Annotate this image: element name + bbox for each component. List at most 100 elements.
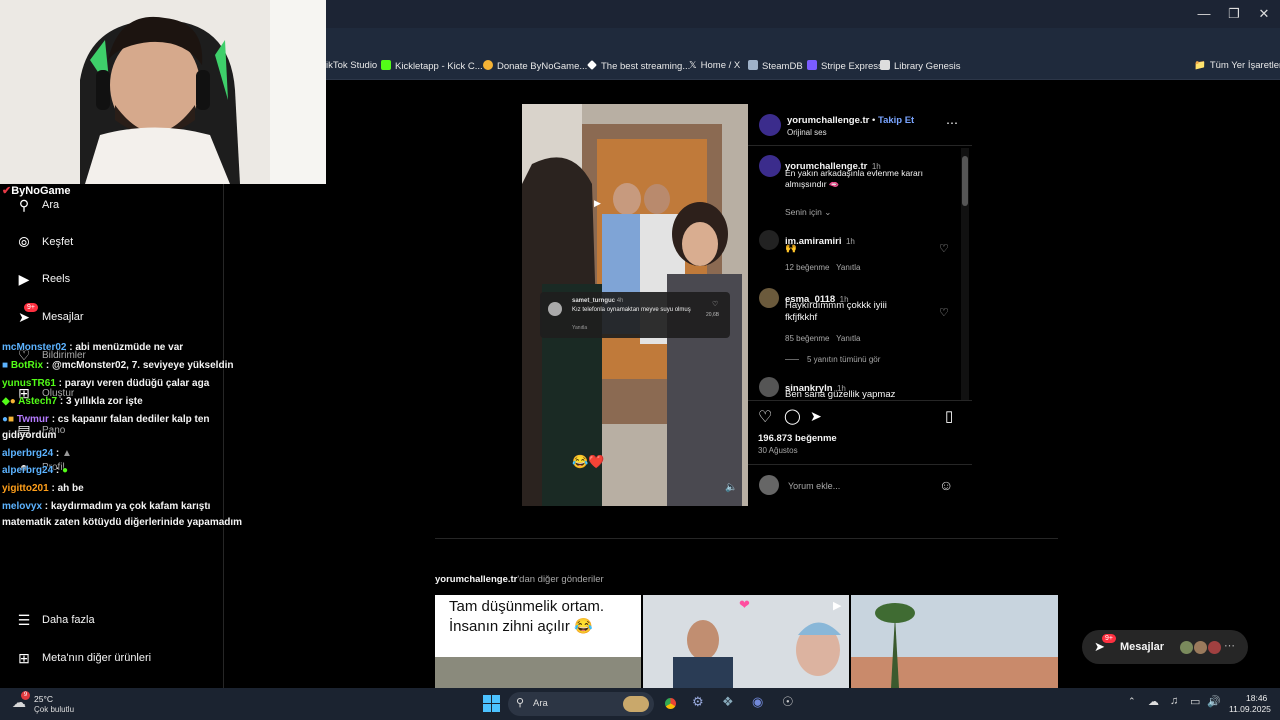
grid-post-thumbnail[interactable] xyxy=(851,595,1058,688)
grid-post-thumbnail[interactable]: ❤ ▶ xyxy=(643,595,849,688)
compass-icon: ⦾ xyxy=(18,234,30,250)
bookmark-x[interactable]: 𝕏 Home / X xyxy=(689,60,740,71)
brand-mark-icon: ✔ xyxy=(2,185,12,197)
taskbar-search[interactable]: ⚲ Ara xyxy=(508,692,654,716)
comment-filter-dropdown[interactable]: Senin için ⌄ xyxy=(785,207,831,218)
view-replies-button[interactable]: 5 yanıtın tümünü gör xyxy=(785,355,880,364)
donate-icon xyxy=(483,60,493,70)
comment-input[interactable]: Yorum ekle... xyxy=(788,481,840,491)
comment-likes: 85 beğenme xyxy=(785,334,830,343)
microphone-icon[interactable]: ♫ xyxy=(1170,695,1178,707)
search-placeholder: Ara xyxy=(533,698,548,709)
chevron-up-icon[interactable]: ⌃ xyxy=(1128,696,1136,707)
close-icon[interactable]: ✕ xyxy=(1254,6,1274,22)
minimize-icon[interactable]: — xyxy=(1194,6,1214,21)
emote-icon: ● xyxy=(62,465,69,476)
avatar xyxy=(548,302,562,316)
badge-icon: ● xyxy=(9,396,16,407)
divider xyxy=(748,400,972,401)
chat-line: matematik zaten kötüydü diğerlerinide ya… xyxy=(2,517,243,528)
nav-more[interactable]: ☰ Daha fazla xyxy=(16,612,95,628)
comments-scrollbar[interactable] xyxy=(961,148,969,400)
chat-line: alperbrg24 : ▲ xyxy=(2,448,72,459)
cursor-icon: ▶ xyxy=(594,198,601,208)
line-divider xyxy=(785,359,799,361)
clock-date[interactable]: 11.09.2025 xyxy=(1229,704,1271,714)
windows-taskbar: ☁ 9 25°C Çok bulutlu ⚲ Ara ⚙ ❖ ◉ ☉ ⌃ ☁ ♫… xyxy=(0,688,1280,720)
bookmark-steamdb[interactable]: SteamDB xyxy=(748,60,803,72)
discord-icon[interactable]: ◉ xyxy=(752,694,763,710)
hamburger-icon: ☰ xyxy=(17,612,31,628)
audio-label[interactable]: Orijinal ses xyxy=(787,128,827,137)
chat-line: yigitto201 : ah be xyxy=(2,483,84,494)
bookmark-save-icon[interactable]: ▯ xyxy=(945,407,953,425)
search-highlight-image xyxy=(623,696,649,712)
commenter-avatar[interactable] xyxy=(759,230,779,250)
overlay-comment-text: Kız telefonla oynamaktan meyve suyu olmu… xyxy=(572,307,691,313)
book-icon xyxy=(880,60,890,70)
cloud-icon[interactable]: ☁ xyxy=(1148,695,1159,708)
restore-icon[interactable]: ❐ xyxy=(1224,6,1244,22)
author-avatar[interactable] xyxy=(759,114,781,136)
comment-text: Haykırdımmm çokkk iyiii fkfjfkkhf xyxy=(785,300,887,323)
speaker-icon[interactable]: 🔊 xyxy=(1207,695,1221,708)
clock-time[interactable]: 18:46 xyxy=(1246,693,1267,703)
more-posts-author[interactable]: yorumchallenge.tr xyxy=(435,574,517,585)
nav-search[interactable]: ⚲ Ara xyxy=(16,197,59,213)
chat-line: yunusTR61 : parayı veren düdüğü çalar ag… xyxy=(2,378,210,389)
steamdb-icon xyxy=(748,60,758,70)
app-icon[interactable]: ☉ xyxy=(782,694,794,710)
chrome-icon[interactable] xyxy=(662,695,679,712)
monitor-icon[interactable]: ▭ xyxy=(1190,695,1200,708)
grid-post-thumbnail[interactable]: Tam düşünmelik ortam. İnsanın zihni açıl… xyxy=(435,595,641,688)
follow-button[interactable]: Takip Et xyxy=(878,115,914,126)
comment-like-heart-icon[interactable]: ♡ xyxy=(939,306,949,319)
nav-reels[interactable]: ▶ Reels xyxy=(16,271,71,287)
caption-text: En yakın arkadaşınla evlenme kararı almı… xyxy=(785,168,923,189)
stream-brand-logo: ✔ByNoGame xyxy=(2,185,71,197)
bookmark-tiktok-studio[interactable]: ikTok Studio xyxy=(326,60,377,71)
comment-like-heart-icon[interactable]: ♡ xyxy=(939,242,949,255)
like-heart-icon[interactable]: ♡ xyxy=(758,407,772,427)
kick-icon xyxy=(381,60,391,70)
more-options-icon[interactable]: ⋯ xyxy=(946,116,958,130)
comment-bubble-icon[interactable]: ◯ xyxy=(784,407,801,425)
nav-messages[interactable]: ➤ Mesajlar 9+ xyxy=(16,303,84,325)
scrollbar-thumb[interactable] xyxy=(962,156,968,206)
steam-icon[interactable]: ⚙ xyxy=(692,694,704,710)
webcam-overlay xyxy=(0,0,326,184)
author-username[interactable]: yorumchallenge.tr xyxy=(787,115,869,126)
reply-button[interactable]: Yanıtla xyxy=(836,263,860,272)
chat-line: melovyx : kaydırmadım ya çok kafam karış… xyxy=(2,501,211,512)
emote-icon: ▲ xyxy=(62,448,72,459)
floating-messages-button[interactable]: ➤ 9+ Mesajlar ⋯ xyxy=(1082,630,1248,664)
overlay-username: samet_turnguc xyxy=(572,298,616,304)
likes-count[interactable]: 196.873 beğenme xyxy=(758,433,837,444)
bookmark-kicklet[interactable]: Kickletapp - Kick C... xyxy=(381,60,483,72)
nav-meta-products[interactable]: ⊞ Meta'nın diğer ürünleri xyxy=(16,650,151,666)
heart-icon: ♡ xyxy=(712,301,719,308)
caption-avatar[interactable] xyxy=(759,155,781,177)
commenter-avatar[interactable] xyxy=(759,377,779,397)
windows-start-icon[interactable] xyxy=(483,695,500,712)
comment-time: 1h xyxy=(845,237,855,246)
bookmark-stripe[interactable]: Stripe Express xyxy=(807,60,883,72)
folder-icon: 📁 xyxy=(1194,60,1206,71)
more-icon: ⋯ xyxy=(1224,640,1235,652)
app-icon[interactable]: ❖ xyxy=(722,694,734,710)
bookmark-donate[interactable]: Donate ByNoGame... xyxy=(483,60,587,72)
weather-badge: 9 xyxy=(21,691,30,700)
emoji-sticker: 😂❤️ xyxy=(572,454,605,469)
heart-emoji-icon: ❤ xyxy=(739,597,750,612)
nav-explore[interactable]: ⦾ Keşfet xyxy=(16,234,73,250)
reply-button[interactable]: Yanıtla xyxy=(836,334,860,343)
mute-icon[interactable]: 🔈 xyxy=(725,482,737,493)
bookmark-streaming[interactable]: The best streaming... xyxy=(587,60,690,72)
reel-video[interactable]: samet_turnguc 4h Kız telefonla oynamakta… xyxy=(522,104,748,506)
commenter-avatar[interactable] xyxy=(759,288,779,308)
share-send-icon[interactable]: ➤ xyxy=(810,408,822,425)
bookmark-libgen[interactable]: Library Genesis xyxy=(880,60,961,72)
chat-line: alperbrg24 : ● xyxy=(2,465,69,476)
all-bookmarks-folder[interactable]: 📁 Tüm Yer İşaretleri xyxy=(1194,60,1280,71)
emoji-picker-icon[interactable]: ☺ xyxy=(939,477,953,493)
